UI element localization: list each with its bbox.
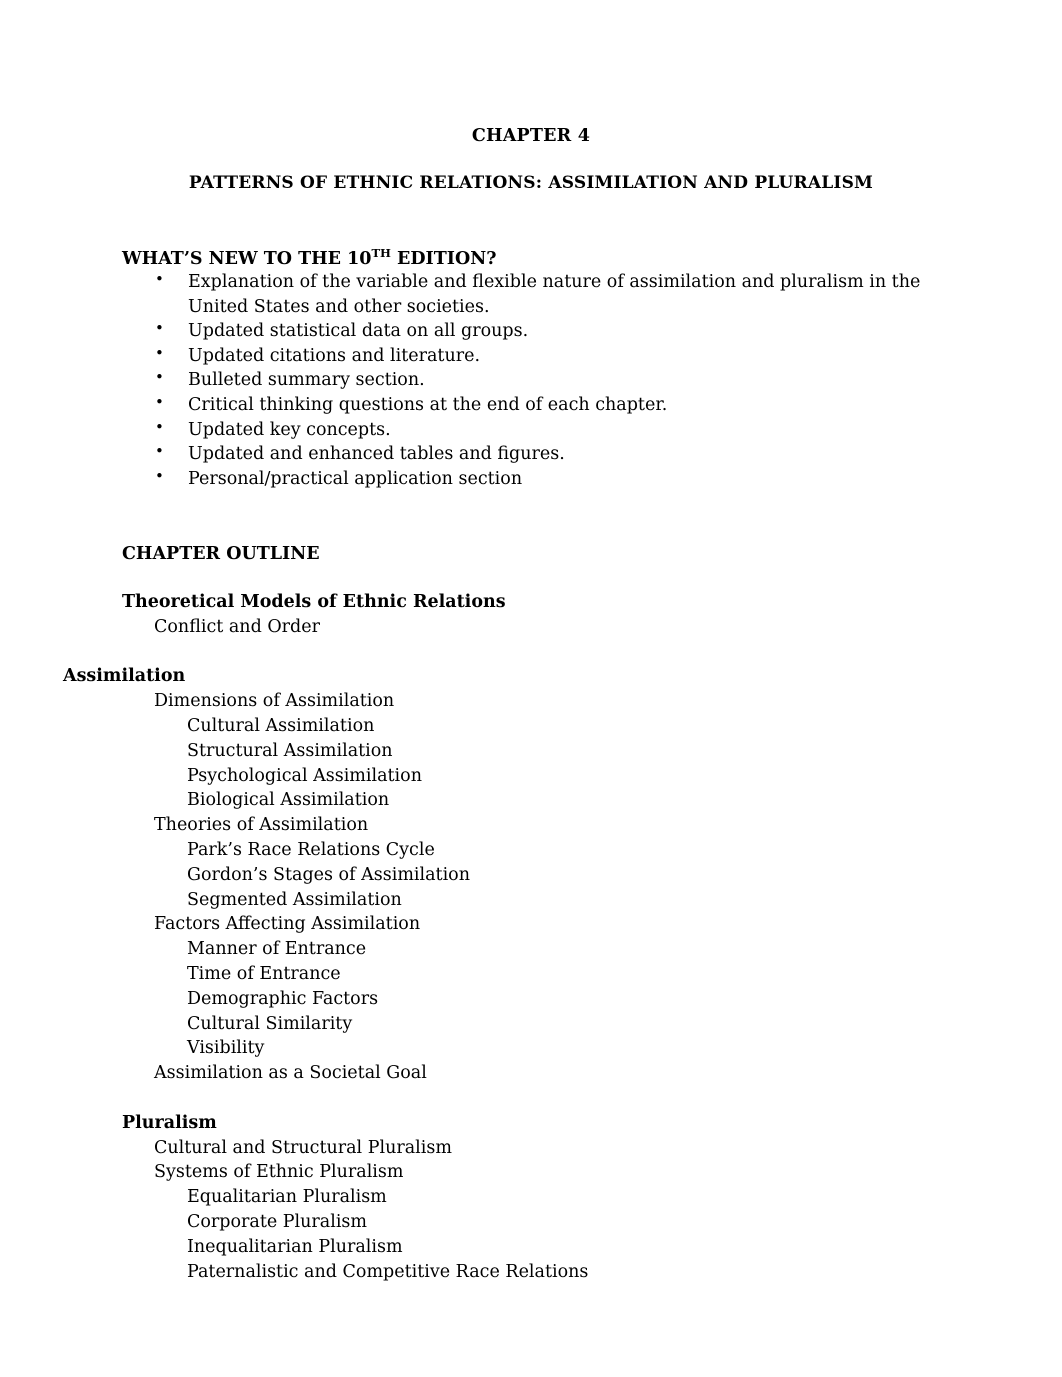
bullet-point-icon: • bbox=[155, 392, 164, 411]
whats-new-bullet-item: • Updated and enhanced tables and figures… bbox=[150, 442, 940, 467]
outline-item: Dimensions of Assimilation bbox=[154, 691, 395, 712]
whats-new-bullet-item: • Updated key concepts. bbox=[150, 418, 940, 443]
chapter-outline-list: Theoretical Models of Ethnic Relations Co… bbox=[0, 590, 1062, 1284]
bullet-point-icon: • bbox=[155, 442, 164, 461]
bullet-point-icon: • bbox=[155, 466, 164, 485]
whats-new-bullet-item: • Updated statistical data on all groups. bbox=[150, 319, 940, 344]
bullet-point-icon: • bbox=[155, 319, 164, 338]
document-subject-title: PATTERNS OF ETHNIC RELATIONS: ASSIMILATI… bbox=[188, 173, 874, 193]
whats-new-heading-suffix: EDITION? bbox=[390, 249, 497, 269]
whats-new-bullet-item: • Updated citations and literature. bbox=[150, 344, 940, 369]
bullet-point-icon: • bbox=[155, 343, 164, 362]
outline-spacer bbox=[0, 1086, 1062, 1111]
outline-item: Inequalitarian Pluralism bbox=[187, 1236, 403, 1257]
whats-new-heading: WHAT’S NEW TO THE 10TH EDITION? bbox=[122, 246, 497, 269]
outline-item: Equalitarian Pluralism bbox=[187, 1187, 387, 1208]
whats-new-bullet-item: • Personal/practical application section bbox=[150, 467, 940, 492]
chapter-title: CHAPTER 4 bbox=[471, 126, 591, 146]
whats-new-bullet-text: Explanation of the variable and flexible… bbox=[188, 272, 921, 317]
outline-item: Time of Entrance bbox=[187, 963, 341, 984]
whats-new-bullet-text: Updated citations and literature. bbox=[188, 345, 481, 366]
outline-item: Gordon’s Stages of Assimilation bbox=[187, 864, 470, 885]
outline-item: Structural Assimilation bbox=[187, 740, 393, 761]
whats-new-bullet-item: • Critical thinking questions at the end … bbox=[150, 393, 940, 418]
outline-item: Assimilation as a Societal Goal bbox=[154, 1063, 427, 1084]
outline-item: Segmented Assimilation bbox=[187, 889, 402, 910]
outline-item: Conflict and Order bbox=[154, 616, 320, 637]
outline-section-heading: Theoretical Models of Ethnic Relations bbox=[122, 592, 506, 612]
outline-item: Manner of Entrance bbox=[187, 939, 367, 960]
outline-spacer bbox=[0, 640, 1062, 665]
whats-new-bullet-list: • Explanation of the variable and flexibl… bbox=[150, 270, 940, 491]
outline-item: Paternalistic and Competitive Race Relat… bbox=[187, 1261, 589, 1282]
whats-new-bullet-text: Updated statistical data on all groups. bbox=[188, 321, 529, 342]
bullet-point-icon: • bbox=[155, 270, 164, 288]
whats-new-bullet-item: • Explanation of the variable and flexibl… bbox=[150, 270, 940, 319]
whats-new-bullet-text: Critical thinking questions at the end o… bbox=[188, 394, 668, 415]
outline-section-heading: Pluralism bbox=[122, 1112, 217, 1133]
whats-new-heading-prefix: WHAT’S NEW TO THE 10 bbox=[122, 249, 372, 269]
chapter-outline-heading: CHAPTER OUTLINE bbox=[122, 544, 320, 564]
bullet-point-icon: • bbox=[155, 368, 164, 387]
outline-item: Factors Affecting Assimilation bbox=[154, 914, 421, 935]
whats-new-bullet-item: • Bulleted summary section. bbox=[150, 368, 940, 393]
bullet-point-icon: • bbox=[155, 417, 164, 436]
outline-item: Theories of Assimilation bbox=[154, 815, 369, 836]
outline-item: Park’s Race Relations Cycle bbox=[187, 839, 435, 860]
outline-item: Biological Assimilation bbox=[187, 790, 390, 811]
whats-new-heading-superscript: TH bbox=[371, 246, 391, 261]
outline-section-heading: Assimilation bbox=[63, 666, 186, 687]
outline-item: Visibility bbox=[187, 1038, 265, 1059]
whats-new-bullet-text: Personal/practical application section bbox=[188, 468, 523, 489]
whats-new-bullet-text: Updated and enhanced tables and figures. bbox=[188, 444, 565, 465]
outline-item: Demographic Factors bbox=[187, 988, 379, 1009]
outline-item: Cultural and Structural Pluralism bbox=[154, 1137, 452, 1158]
whats-new-bullet-text: Bulleted summary section. bbox=[188, 370, 425, 391]
outline-item: Corporate Pluralism bbox=[187, 1211, 367, 1232]
outline-item: Systems of Ethnic Pluralism bbox=[154, 1162, 404, 1183]
whats-new-bullet-text: Updated key concepts. bbox=[188, 419, 391, 440]
outline-item: Cultural Similarity bbox=[187, 1013, 353, 1034]
outline-item: Psychological Assimilation bbox=[187, 765, 422, 786]
document-page: CHAPTER 4 PATTERNS OF ETHNIC RELATIONS: … bbox=[0, 0, 1062, 1377]
outline-item: Cultural Assimilation bbox=[187, 715, 375, 736]
